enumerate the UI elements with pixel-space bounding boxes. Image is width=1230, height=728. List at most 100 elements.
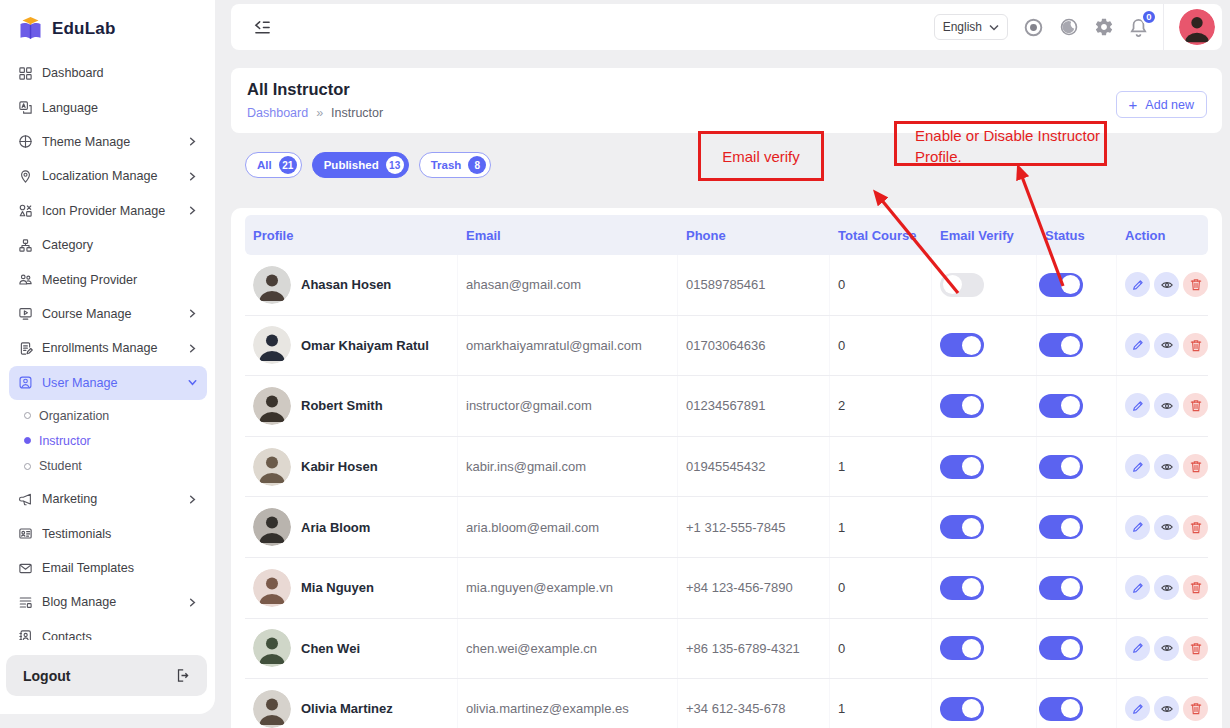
email-verify-toggle[interactable] [940, 576, 984, 600]
email-verify-toggle[interactable] [940, 636, 984, 660]
instructor-name: Ahasan Hosen [301, 277, 391, 292]
instructor-avatar [253, 387, 291, 425]
status-toggle[interactable] [1039, 576, 1083, 600]
edit-button[interactable] [1125, 696, 1150, 721]
table-row: Robert Smithinstructor@gmail.com01234567… [245, 376, 1208, 437]
view-button[interactable] [1154, 575, 1179, 600]
status-toggle[interactable] [1039, 394, 1083, 418]
instructor-name: Chen Wei [301, 641, 360, 656]
sidebar-item-blog-manage[interactable]: Blog Manage [9, 585, 207, 619]
sidebar-item-marketing[interactable]: Marketing [9, 482, 207, 516]
edit-button[interactable] [1125, 333, 1150, 358]
delete-button[interactable] [1183, 636, 1208, 661]
table-header-row: ProfileEmailPhoneTotal CourseEmail Verif… [245, 215, 1208, 255]
logout-label: Logout [23, 668, 70, 684]
toggle-knob [962, 336, 981, 355]
notifications-bell[interactable]: 0 [1129, 17, 1148, 38]
instructor-phone: +84 123-456-7890 [686, 580, 793, 595]
edit-button[interactable] [1125, 575, 1150, 600]
sidebar-item-theme-manage[interactable]: Theme Manage [9, 125, 207, 159]
breadcrumb-dashboard[interactable]: Dashboard [247, 106, 308, 120]
email-verify-toggle[interactable] [940, 515, 984, 539]
sidebar-item-label: Testimonials [42, 527, 198, 541]
delete-button[interactable] [1183, 696, 1208, 721]
instructor-phone: +86 135-6789-4321 [686, 641, 800, 656]
filter-tab-trash[interactable]: Trash8 [419, 152, 492, 178]
status-toggle[interactable] [1039, 515, 1083, 539]
sidebar-item-contacts[interactable]: Contacts [9, 620, 207, 640]
settings-gear-icon[interactable] [1094, 17, 1114, 37]
total-course-count: 1 [838, 520, 845, 535]
delete-button[interactable] [1183, 272, 1208, 297]
status-toggle[interactable] [1039, 455, 1083, 479]
edit-button[interactable] [1125, 454, 1150, 479]
edit-button[interactable] [1125, 515, 1150, 540]
sidebar-item-category[interactable]: Category [9, 228, 207, 262]
delete-button[interactable] [1183, 333, 1208, 358]
view-button[interactable] [1154, 333, 1179, 358]
sidebar-item-label: Course Manage [42, 307, 178, 321]
filter-count-badge: 13 [386, 156, 404, 174]
email-verify-toggle[interactable] [940, 697, 984, 721]
sidebar-item-testimonials[interactable]: Testimonials [9, 516, 207, 550]
instructor-email: ahasan@gmail.com [466, 277, 581, 292]
sidebar-item-icon-provider-manage[interactable]: Icon Provider Manage [9, 194, 207, 228]
sidebar-item-dashboard[interactable]: Dashboard [9, 56, 207, 90]
instructor-name: Robert Smith [301, 398, 383, 413]
dark-mode-icon[interactable] [1059, 17, 1079, 37]
sidebar-item-email-templates[interactable]: Email Templates [9, 551, 207, 585]
delete-button[interactable] [1183, 393, 1208, 418]
status-toggle[interactable] [1039, 636, 1083, 660]
instructor-name: Omar Khaiyam Ratul [301, 338, 429, 353]
sidebar-item-course-manage[interactable]: Course Manage [9, 297, 207, 331]
status-toggle[interactable] [1039, 333, 1083, 357]
visibility-icon[interactable] [1023, 17, 1044, 38]
view-button[interactable] [1154, 515, 1179, 540]
sidebar-item-enrollments-manage[interactable]: Enrollments Manage [9, 331, 207, 365]
instructor-email: kabir.ins@gmail.com [466, 459, 586, 474]
toggle-knob [943, 275, 962, 294]
view-button[interactable] [1154, 696, 1179, 721]
topbar-divider [1163, 4, 1164, 50]
sidebar-item-meeting-provider[interactable]: Meeting Provider [9, 262, 207, 296]
page-title: All Instructor [247, 80, 1206, 99]
column-header-profile: Profile [245, 228, 458, 243]
delete-button[interactable] [1183, 575, 1208, 600]
edit-button[interactable] [1125, 393, 1150, 418]
filter-tab-published[interactable]: Published13 [312, 152, 409, 178]
add-new-label: Add new [1145, 98, 1194, 112]
user-avatar[interactable] [1179, 9, 1215, 45]
email-templates-icon [18, 561, 33, 576]
instructor-phone: +1 312-555-7845 [686, 520, 785, 535]
view-button[interactable] [1154, 393, 1179, 418]
language-select[interactable]: English [934, 14, 1008, 40]
logout-button[interactable]: Logout [6, 655, 207, 696]
add-new-button[interactable]: + Add new [1116, 91, 1207, 118]
status-toggle[interactable] [1039, 273, 1083, 297]
sidebar-subitem-instructor[interactable]: Instructor [9, 428, 207, 453]
view-button[interactable] [1154, 454, 1179, 479]
edit-button[interactable] [1125, 636, 1150, 661]
toggle-knob [1061, 518, 1080, 537]
delete-button[interactable] [1183, 515, 1208, 540]
instructor-phone: 01589785461 [686, 277, 766, 292]
sidebar-subitem-student[interactable]: Student [9, 454, 207, 479]
delete-button[interactable] [1183, 454, 1208, 479]
view-button[interactable] [1154, 272, 1179, 297]
email-verify-toggle[interactable] [940, 394, 984, 418]
enrollments-icon [18, 341, 33, 356]
email-verify-toggle[interactable] [940, 455, 984, 479]
sidebar-item-label: Dashboard [42, 66, 198, 80]
status-toggle[interactable] [1039, 697, 1083, 721]
email-verify-toggle[interactable] [940, 333, 984, 357]
collapse-sidebar-icon[interactable] [253, 19, 272, 36]
sidebar-subitem-organization[interactable]: Organization [9, 403, 207, 428]
sidebar-item-language[interactable]: Language [9, 90, 207, 124]
sidebar-item-user-manage[interactable]: User Manage [9, 366, 207, 400]
filter-tab-all[interactable]: All21 [245, 152, 302, 178]
chevron-down-icon [187, 377, 198, 388]
view-button[interactable] [1154, 636, 1179, 661]
edit-button[interactable] [1125, 272, 1150, 297]
email-verify-toggle[interactable] [940, 273, 984, 297]
sidebar-item-localization-manage[interactable]: Localization Manage [9, 159, 207, 193]
